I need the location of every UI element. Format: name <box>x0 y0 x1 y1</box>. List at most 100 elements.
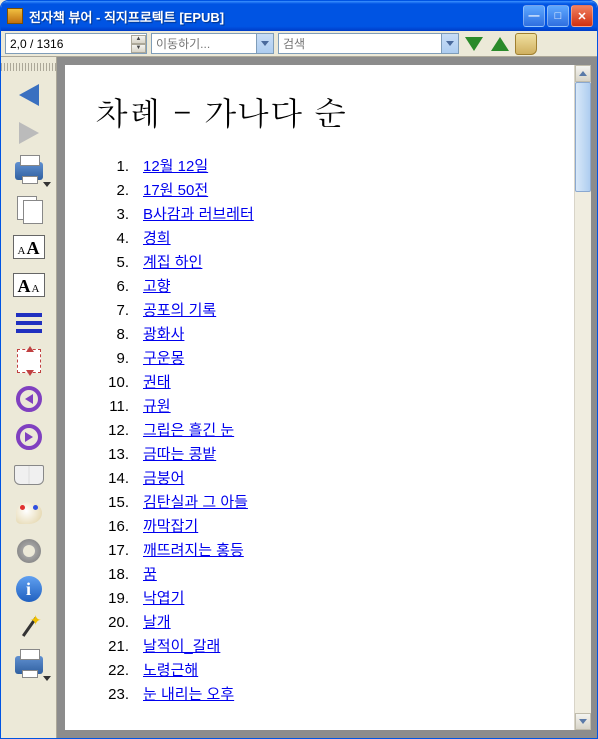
toc-item: 9.구운몽 <box>95 347 544 371</box>
toc-link[interactable]: 그립은 흘긴 눈 <box>143 419 234 443</box>
printer-icon <box>15 656 43 674</box>
search-combo[interactable] <box>278 33 459 54</box>
toc-link[interactable]: 권태 <box>143 371 171 395</box>
prev-chapter-button[interactable] <box>9 381 49 417</box>
toc-item: 13.금따는 콩밭 <box>95 443 544 467</box>
toc-number: 15. <box>95 491 143 515</box>
font-large-icon: AA <box>13 235 45 259</box>
page-spin-up[interactable]: ▲ <box>131 35 146 44</box>
toc-item: 19.낙엽기 <box>95 587 544 611</box>
toc-number: 14. <box>95 467 143 491</box>
toc-number: 19. <box>95 587 143 611</box>
back-button[interactable] <box>9 77 49 113</box>
scroll-track[interactable] <box>575 82 591 713</box>
font-increase-button[interactable]: AA <box>9 229 49 265</box>
toc-number: 13. <box>95 443 143 467</box>
toc-link[interactable]: 광화사 <box>143 323 184 347</box>
toc-number: 1. <box>95 155 143 179</box>
triangle-down-icon <box>465 37 483 51</box>
print-button[interactable] <box>9 153 49 189</box>
toc-link[interactable]: 날적이_갈래 <box>143 635 220 659</box>
search-dropdown-icon[interactable] <box>441 34 458 53</box>
font-small-icon: AA <box>13 273 45 297</box>
fullscreen-button[interactable] <box>9 343 49 379</box>
toc-link[interactable]: 17원 50전 <box>143 179 208 203</box>
export-button[interactable] <box>9 647 49 683</box>
toc-link[interactable]: 낙엽기 <box>143 587 184 611</box>
scroll-thumb[interactable] <box>575 82 591 192</box>
next-chapter-button[interactable] <box>9 419 49 455</box>
toc-number: 11. <box>95 395 143 419</box>
search-prev-button[interactable] <box>489 33 511 55</box>
navigate-dropdown-icon[interactable] <box>256 34 273 53</box>
toc-link[interactable]: 김탄실과 그 아들 <box>143 491 248 515</box>
toc-number: 4. <box>95 227 143 251</box>
copy-pages-icon <box>17 196 41 222</box>
toc-item: 2.17원 50전 <box>95 179 544 203</box>
circle-right-icon <box>16 424 42 450</box>
scroll-up-button[interactable] <box>575 65 591 82</box>
top-toolbar: ▲ ▼ <box>1 31 597 57</box>
toolbar-grip[interactable] <box>1 63 56 71</box>
toc-item: 20.날개 <box>95 611 544 635</box>
page-input[interactable] <box>6 34 131 53</box>
toc-link[interactable]: 공포의 기록 <box>143 299 216 323</box>
toc-link[interactable]: 금따는 콩밭 <box>143 443 216 467</box>
navigate-input[interactable] <box>152 34 256 53</box>
toc-item: 23.눈 내리는 오후 <box>95 683 544 707</box>
page-spinbox[interactable]: ▲ ▼ <box>5 33 147 54</box>
titlebar[interactable]: 전자책 뷰어 - 직지프로텍트 [EPUB] — □ ✕ <box>1 1 597 31</box>
search-next-button[interactable] <box>463 33 485 55</box>
toc-item: 10.권태 <box>95 371 544 395</box>
toc-number: 6. <box>95 275 143 299</box>
toc-link[interactable]: 까막잡기 <box>143 515 198 539</box>
toc-link[interactable]: 규원 <box>143 395 171 419</box>
settings-button[interactable] <box>9 533 49 569</box>
scroll-down-button[interactable] <box>575 713 591 730</box>
search-input[interactable] <box>279 34 441 53</box>
forward-button[interactable] <box>9 115 49 151</box>
toc-number: 17. <box>95 539 143 563</box>
toc-item: 15.김탄실과 그 아들 <box>95 491 544 515</box>
navigate-combo[interactable] <box>151 33 274 54</box>
maximize-button[interactable]: □ <box>547 5 569 27</box>
copy-button[interactable] <box>9 191 49 227</box>
toc-link[interactable]: B사감과 러브레터 <box>143 203 254 227</box>
toc-link[interactable]: 노령근해 <box>143 659 198 683</box>
toc-link[interactable]: 날개 <box>143 611 171 635</box>
library-button[interactable] <box>9 457 49 493</box>
left-toolbar: AA AA i <box>1 57 57 738</box>
close-button[interactable]: ✕ <box>571 5 593 27</box>
toc-number: 12. <box>95 419 143 443</box>
circle-left-icon <box>16 386 42 412</box>
document-page: 차례 - 가나다 순 1.12월 12일2.17원 50전3.B사감과 러브레터… <box>65 65 574 730</box>
toc-link[interactable]: 경희 <box>143 227 171 251</box>
toc-item: 21.날적이_갈래 <box>95 635 544 659</box>
menu-button[interactable] <box>9 305 49 341</box>
toc-link[interactable]: 계집 하인 <box>143 251 202 275</box>
toc-number: 23. <box>95 683 143 707</box>
scroll-document-icon[interactable] <box>515 33 537 55</box>
minimize-button[interactable]: — <box>523 5 545 27</box>
toc-link[interactable]: 12월 12일 <box>143 155 208 179</box>
toc-link[interactable]: 금붕어 <box>143 467 184 491</box>
toc-item: 8.광화사 <box>95 323 544 347</box>
book-icon <box>14 465 44 485</box>
toc-link[interactable]: 깨뜨려지는 홍등 <box>143 539 244 563</box>
theme-button[interactable] <box>9 495 49 531</box>
toc-link[interactable]: 눈 내리는 오후 <box>143 683 234 707</box>
wizard-button[interactable] <box>9 609 49 645</box>
toc-link[interactable]: 고향 <box>143 275 171 299</box>
printer-icon <box>15 162 43 180</box>
info-button[interactable]: i <box>9 571 49 607</box>
font-decrease-button[interactable]: AA <box>9 267 49 303</box>
toc-number: 2. <box>95 179 143 203</box>
toc-item: 11.규원 <box>95 395 544 419</box>
toc-number: 21. <box>95 635 143 659</box>
vertical-scrollbar[interactable] <box>574 65 591 730</box>
app-icon <box>7 8 23 24</box>
toc-link[interactable]: 구운몽 <box>143 347 184 371</box>
app-window: 전자책 뷰어 - 직지프로텍트 [EPUB] — □ ✕ ▲ ▼ <box>0 0 598 739</box>
page-spin-down[interactable]: ▼ <box>131 44 146 53</box>
toc-link[interactable]: 꿈 <box>143 563 157 587</box>
